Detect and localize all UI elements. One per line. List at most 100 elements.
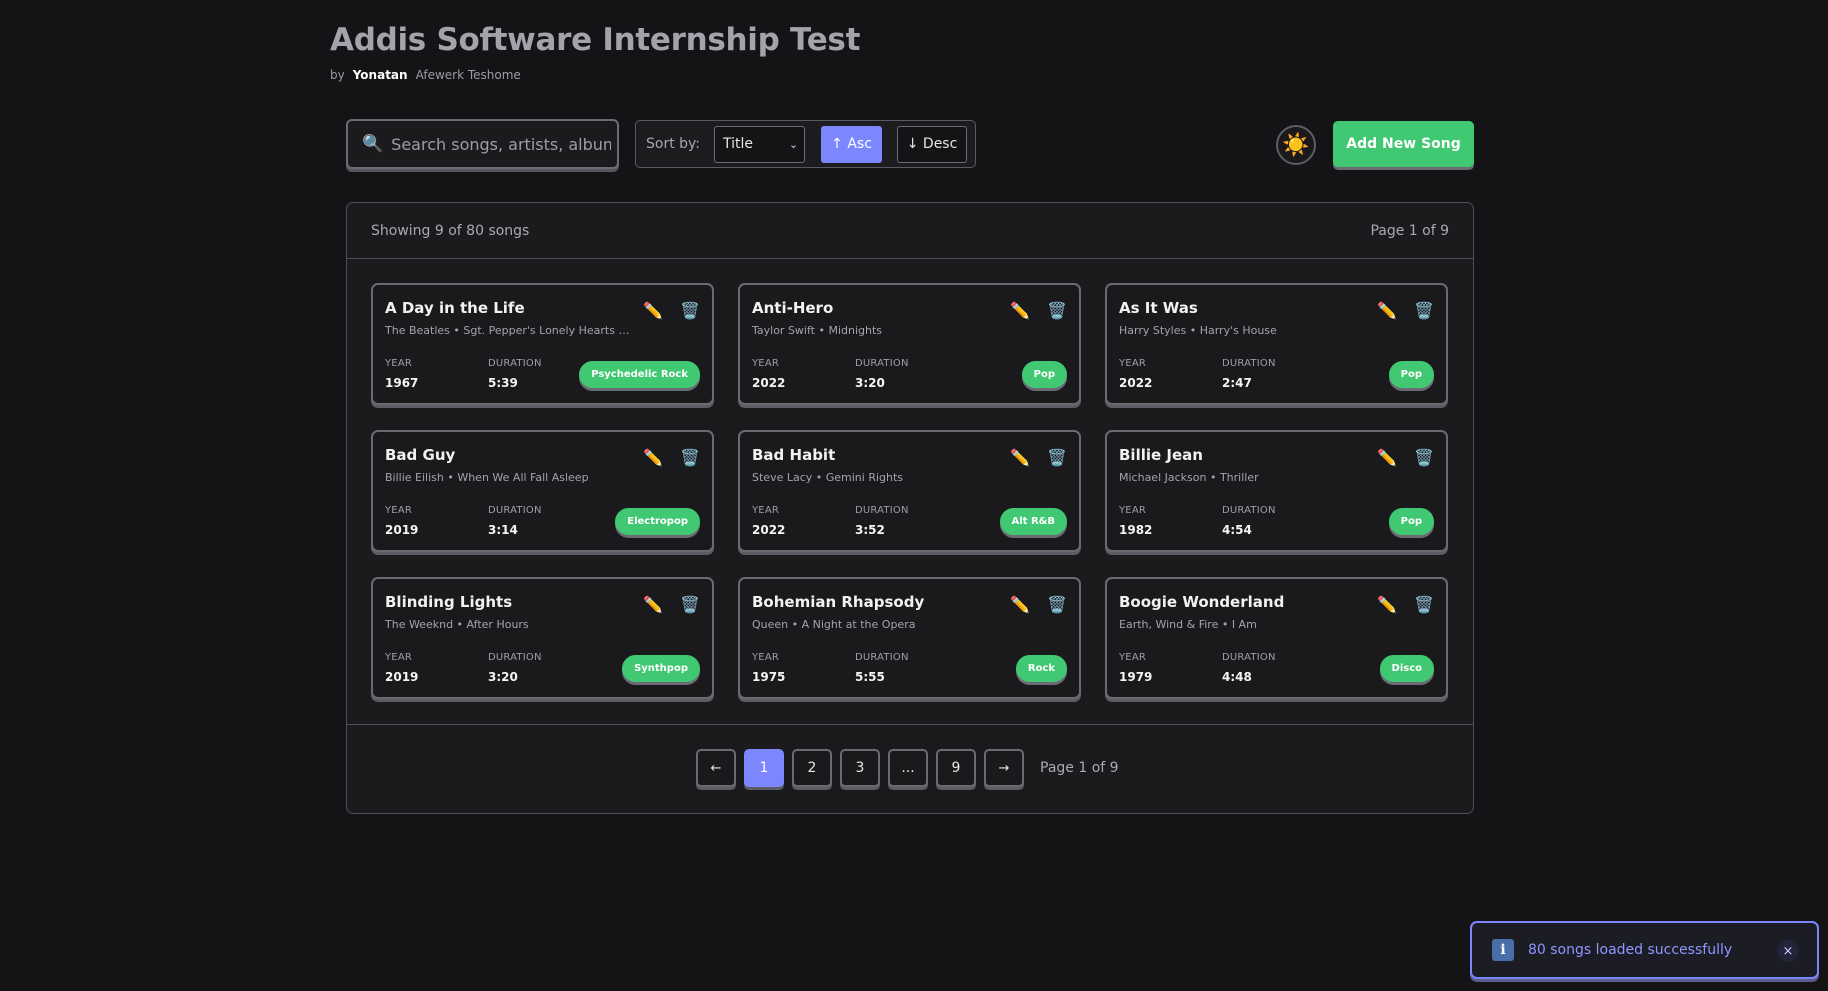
year-value: 1975 bbox=[752, 670, 786, 684]
year-label: YEAR bbox=[1119, 652, 1147, 663]
year-label: YEAR bbox=[752, 358, 780, 369]
trash-icon[interactable]: 🗑️ bbox=[680, 595, 700, 614]
year-value: 2022 bbox=[1119, 376, 1153, 390]
duration-value: 3:52 bbox=[855, 523, 885, 537]
chevron-down-icon: ⌄ bbox=[788, 137, 799, 151]
duration-stat: DURATION 5:55 bbox=[855, 652, 909, 684]
song-card: Blinding Lights The Weeknd • After Hours… bbox=[371, 577, 714, 699]
sort-asc-button[interactable]: ↑ Asc bbox=[821, 125, 883, 163]
duration-stat: DURATION 3:14 bbox=[488, 505, 542, 537]
card-actions: ✏️ 🗑️ bbox=[1010, 448, 1067, 467]
search-input[interactable] bbox=[391, 134, 612, 154]
card-actions: ✏️ 🗑️ bbox=[1377, 595, 1434, 614]
toolbar: 🔍 Sort by: Title ⌄ ↑ Asc ↓ Desc ☀️ Add N… bbox=[346, 119, 1474, 171]
song-card: Billie Jean Michael Jackson • Thriller ✏… bbox=[1105, 430, 1448, 552]
year-value: 1982 bbox=[1119, 523, 1153, 537]
page-button[interactable]: 1 bbox=[744, 749, 784, 787]
year-stat: YEAR 1982 bbox=[1119, 505, 1222, 537]
page-button[interactable]: 3 bbox=[840, 749, 880, 787]
duration-label: DURATION bbox=[488, 358, 542, 369]
page-button[interactable]: 2 bbox=[792, 749, 832, 787]
card-actions: ✏️ 🗑️ bbox=[643, 301, 700, 320]
songs-panel: Showing 9 of 80 songs Page 1 of 9 A Day … bbox=[346, 202, 1474, 814]
song-artist-album: The Weeknd • After Hours bbox=[385, 618, 529, 631]
year-label: YEAR bbox=[385, 505, 413, 516]
trash-icon[interactable]: 🗑️ bbox=[1414, 448, 1434, 467]
duration-stat: DURATION 2:47 bbox=[1222, 358, 1276, 390]
trash-icon[interactable]: 🗑️ bbox=[1047, 301, 1067, 320]
duration-label: DURATION bbox=[855, 505, 909, 516]
duration-value: 3:20 bbox=[855, 376, 885, 390]
song-artist-album: Harry Styles • Harry's House bbox=[1119, 324, 1277, 337]
duration-value: 4:54 bbox=[1222, 523, 1252, 537]
edit-icon[interactable]: ✏️ bbox=[1377, 448, 1397, 467]
genre-badge: Synthpop bbox=[622, 655, 700, 682]
duration-stat: DURATION 3:20 bbox=[488, 652, 542, 684]
song-stats: YEAR 2019 DURATION 3:20 bbox=[385, 652, 542, 684]
toast-notification: i 80 songs loaded successfully × bbox=[1470, 921, 1819, 979]
genre-badge: Alt R&B bbox=[999, 508, 1067, 535]
author-first-name: Yonatan bbox=[352, 68, 408, 82]
add-song-button[interactable]: Add New Song bbox=[1333, 121, 1474, 167]
song-artist-album: Earth, Wind & Fire • I Am bbox=[1119, 618, 1257, 631]
author-last-name: Afewerk Teshome bbox=[415, 68, 521, 82]
theme-toggle-button[interactable]: ☀️ bbox=[1276, 125, 1316, 165]
song-grid: A Day in the Life The Beatles • Sgt. Pep… bbox=[371, 283, 1448, 699]
sort-controls: Sort by: Title ⌄ ↑ Asc ↓ Desc bbox=[635, 120, 976, 168]
panel-header: Showing 9 of 80 songs Page 1 of 9 bbox=[347, 203, 1473, 259]
genre-badge: Pop bbox=[1388, 508, 1434, 535]
year-value: 1967 bbox=[385, 376, 419, 390]
song-artist-album: Steve Lacy • Gemini Rights bbox=[752, 471, 904, 484]
edit-icon[interactable]: ✏️ bbox=[643, 595, 663, 614]
year-label: YEAR bbox=[1119, 358, 1147, 369]
trash-icon[interactable]: 🗑️ bbox=[1047, 595, 1067, 614]
year-stat: YEAR 2022 bbox=[1119, 358, 1222, 390]
prev-page-button[interactable]: ← bbox=[696, 749, 736, 787]
year-value: 1979 bbox=[1119, 670, 1153, 684]
duration-label: DURATION bbox=[1222, 505, 1276, 516]
card-actions: ✏️ 🗑️ bbox=[1010, 595, 1067, 614]
duration-label: DURATION bbox=[855, 652, 909, 663]
page-header: Addis Software Internship Test by Yonata… bbox=[330, 22, 860, 82]
page-button[interactable]: 9 bbox=[936, 749, 976, 787]
genre-badge: Electropop bbox=[615, 508, 700, 535]
edit-icon[interactable]: ✏️ bbox=[1377, 595, 1397, 614]
edit-icon[interactable]: ✏️ bbox=[643, 448, 663, 467]
song-artist-album: Taylor Swift • Midnights bbox=[752, 324, 883, 337]
edit-icon[interactable]: ✏️ bbox=[1010, 595, 1030, 614]
edit-icon[interactable]: ✏️ bbox=[1377, 301, 1397, 320]
page-ellipsis: ... bbox=[888, 749, 928, 787]
card-actions: ✏️ 🗑️ bbox=[1010, 301, 1067, 320]
edit-icon[interactable]: ✏️ bbox=[1010, 448, 1030, 467]
trash-icon[interactable]: 🗑️ bbox=[1047, 448, 1067, 467]
song-artist-album: Billie Eilish • When We All Fall Asleep bbox=[385, 471, 589, 484]
duration-label: DURATION bbox=[488, 652, 542, 663]
genre-badge: Psychedelic Rock bbox=[579, 361, 700, 388]
song-stats: YEAR 1967 DURATION 5:39 bbox=[385, 358, 542, 390]
trash-icon[interactable]: 🗑️ bbox=[1414, 301, 1434, 320]
edit-icon[interactable]: ✏️ bbox=[643, 301, 663, 320]
song-stats: YEAR 1979 DURATION 4:48 bbox=[1119, 652, 1276, 684]
trash-icon[interactable]: 🗑️ bbox=[680, 301, 700, 320]
pagination: ← 1 2 3... 9 → Page 1 of 9 bbox=[696, 749, 1119, 787]
search-box[interactable]: 🔍 bbox=[346, 119, 619, 169]
song-card: Boogie Wonderland Earth, Wind & Fire • I… bbox=[1105, 577, 1448, 699]
trash-icon[interactable]: 🗑️ bbox=[680, 448, 700, 467]
song-stats: YEAR 2022 DURATION 2:47 bbox=[1119, 358, 1276, 390]
next-page-button[interactable]: → bbox=[984, 749, 1024, 787]
sort-label: Sort by: bbox=[646, 136, 701, 152]
sort-desc-button[interactable]: ↓ Desc bbox=[897, 125, 968, 163]
edit-icon[interactable]: ✏️ bbox=[1010, 301, 1030, 320]
duration-value: 3:20 bbox=[488, 670, 518, 684]
year-stat: YEAR 2019 bbox=[385, 652, 488, 684]
page-title: Addis Software Internship Test bbox=[330, 22, 861, 58]
sort-select[interactable]: Title ⌄ bbox=[714, 125, 806, 163]
duration-label: DURATION bbox=[1222, 652, 1276, 663]
song-card: A Day in the Life The Beatles • Sgt. Pep… bbox=[371, 283, 714, 405]
genre-badge: Pop bbox=[1388, 361, 1434, 388]
trash-icon[interactable]: 🗑️ bbox=[1414, 595, 1434, 614]
sun-icon: ☀️ bbox=[1282, 132, 1310, 158]
genre-badge: Disco bbox=[1379, 655, 1434, 682]
close-icon[interactable]: × bbox=[1777, 940, 1799, 962]
song-card: Anti-Hero Taylor Swift • Midnights ✏️ 🗑️… bbox=[738, 283, 1081, 405]
